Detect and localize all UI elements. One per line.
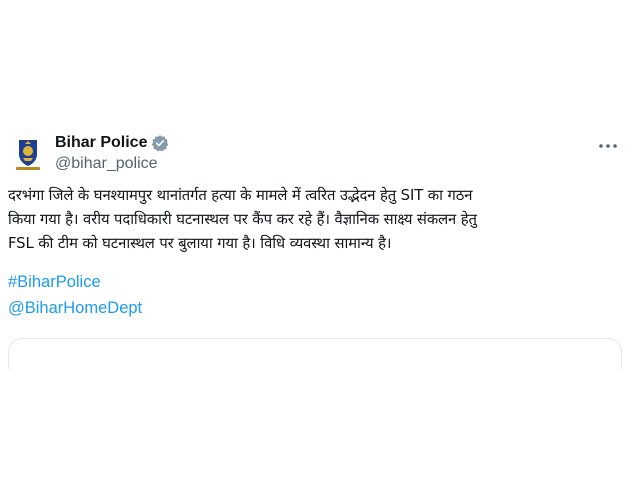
tweet-text-line: किया गया है। वरीय पदाधिकारी घटनास्थल पर …: [8, 211, 477, 228]
display-name[interactable]: Bihar Police: [55, 134, 147, 152]
mention-link[interactable]: @BiharHomeDept: [8, 299, 142, 318]
hashtag-link[interactable]: #BiharPolice: [8, 273, 101, 292]
more-options-icon[interactable]: [596, 134, 620, 158]
tweet-text-line: FSL की टीम को घटनास्थल पर बुलाया गया है।…: [8, 235, 392, 252]
tweet-text: दरभंगा जिले के घनश्यामपुर थानांतर्गत हत्…: [8, 184, 636, 256]
avatar[interactable]: [8, 134, 48, 174]
bihar-police-emblem-icon: [8, 134, 48, 174]
tweet-header: Bihar Police @bihar_police: [8, 132, 632, 176]
tweet: Bihar Police @bihar_police दरभंगा जिले क…: [0, 0, 640, 480]
author-handle[interactable]: @bihar_police: [55, 155, 169, 173]
verified-badge-icon: [151, 134, 169, 152]
media-card[interactable]: [8, 338, 622, 369]
display-name-row: Bihar Police: [55, 132, 169, 154]
tweet-text-line: दरभंगा जिले के घनश्यामपुर थानांतर्गत हत्…: [8, 187, 473, 204]
author-names: Bihar Police @bihar_police: [55, 132, 169, 173]
